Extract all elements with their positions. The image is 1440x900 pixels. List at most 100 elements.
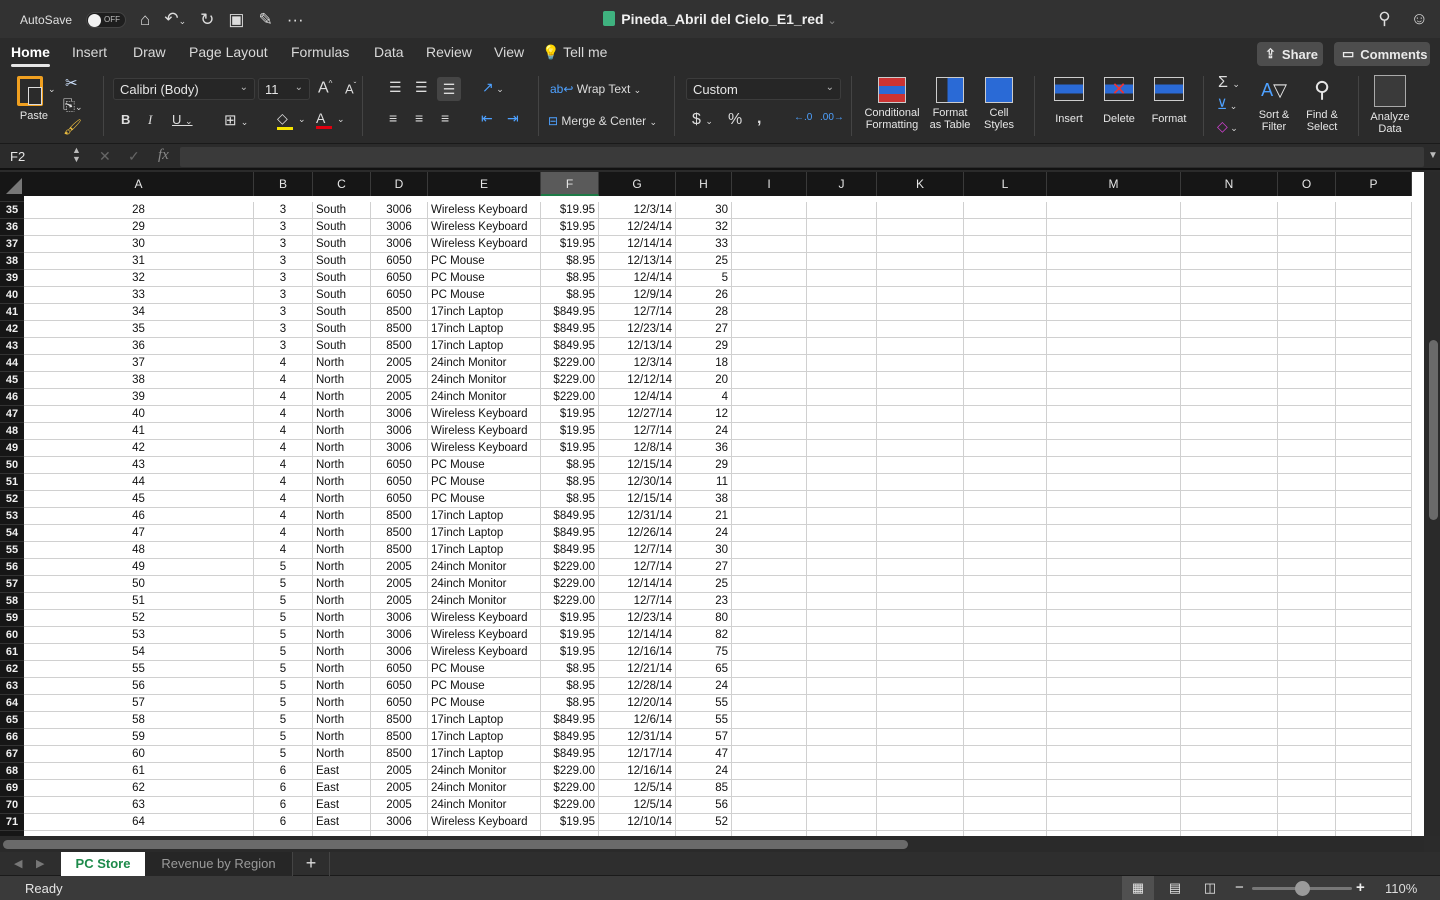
empty-cell[interactable] — [1278, 593, 1336, 610]
cell-h[interactable]: 47 — [676, 746, 732, 763]
cell-d[interactable]: 3006 — [371, 236, 428, 253]
cell-e[interactable]: 24inch Monitor — [428, 372, 541, 389]
search-icon[interactable]: ⚲ — [1378, 9, 1390, 29]
cell-d[interactable]: 8500 — [371, 729, 428, 746]
row-header[interactable]: 60 — [0, 627, 24, 644]
cell-c[interactable]: North — [313, 525, 371, 542]
cell-g[interactable]: 12/3/14 — [599, 355, 676, 372]
empty-cell[interactable] — [732, 627, 807, 644]
empty-cell[interactable] — [964, 627, 1047, 644]
next-sheet-icon[interactable]: ▶ — [36, 857, 44, 870]
empty-cell[interactable] — [877, 440, 964, 457]
cell-a[interactable]: 50 — [24, 576, 254, 593]
cell-a[interactable]: 34 — [24, 304, 254, 321]
cell-c[interactable]: South — [313, 321, 371, 338]
cell-b[interactable]: 3 — [254, 270, 313, 287]
cell-h[interactable]: 30 — [676, 202, 732, 219]
cell-h[interactable]: 32 — [676, 219, 732, 236]
empty-cell[interactable] — [807, 780, 877, 797]
align-middle-icon[interactable]: ☰ — [415, 79, 428, 96]
empty-cell[interactable] — [1047, 508, 1181, 525]
empty-cell[interactable] — [732, 797, 807, 814]
cell-b[interactable]: 6 — [254, 763, 313, 780]
row-header[interactable]: 66 — [0, 729, 24, 746]
cell-a[interactable]: 28 — [24, 202, 254, 219]
cell-e[interactable]: 24inch Monitor — [428, 559, 541, 576]
empty-cell[interactable] — [807, 644, 877, 661]
empty-cell[interactable] — [732, 576, 807, 593]
cell-h[interactable]: 5 — [676, 270, 732, 287]
cell-d[interactable]: 6050 — [371, 491, 428, 508]
cell-g[interactable]: 12/26/14 — [599, 525, 676, 542]
font-name-dropdown[interactable]: Calibri (Body) ⌄ — [113, 78, 255, 100]
row-header[interactable]: 41 — [0, 304, 24, 321]
column-header-o[interactable]: O — [1278, 172, 1336, 196]
cell-g[interactable]: 12/9/14 — [599, 287, 676, 304]
cell-d[interactable]: 3006 — [371, 219, 428, 236]
cell-g[interactable]: 12/6/14 — [599, 712, 676, 729]
empty-cell[interactable] — [964, 474, 1047, 491]
empty-cell[interactable] — [807, 270, 877, 287]
cell-e[interactable]: Wireless Keyboard — [428, 236, 541, 253]
empty-cell[interactable] — [732, 780, 807, 797]
empty-cell[interactable] — [964, 542, 1047, 559]
cell-c[interactable]: East — [313, 797, 371, 814]
cell-f[interactable]: $849.95 — [541, 304, 599, 321]
cell-b[interactable]: 5 — [254, 593, 313, 610]
tab-view[interactable]: View — [494, 44, 524, 60]
cell-h[interactable]: 80 — [676, 610, 732, 627]
cancel-icon[interactable]: ✕ — [99, 148, 111, 165]
cell-d[interactable]: 2005 — [371, 576, 428, 593]
cell-f[interactable]: $8.95 — [541, 253, 599, 270]
cell-h[interactable]: 21 — [676, 508, 732, 525]
cell-a[interactable]: 41 — [24, 423, 254, 440]
cell-e[interactable]: PC Mouse — [428, 678, 541, 695]
empty-cell[interactable] — [964, 270, 1047, 287]
cell-b[interactable]: 5 — [254, 746, 313, 763]
empty-cell[interactable] — [807, 695, 877, 712]
empty-cell[interactable] — [1336, 236, 1412, 253]
cell-a[interactable]: 56 — [24, 678, 254, 695]
empty-cell[interactable] — [1047, 355, 1181, 372]
cell-a[interactable]: 53 — [24, 627, 254, 644]
empty-cell[interactable] — [732, 729, 807, 746]
empty-cell[interactable] — [964, 729, 1047, 746]
empty-cell[interactable] — [964, 508, 1047, 525]
empty-cell[interactable] — [877, 797, 964, 814]
cell-a[interactable]: 57 — [24, 695, 254, 712]
empty-cell[interactable] — [964, 661, 1047, 678]
cell-d[interactable]: 2005 — [371, 780, 428, 797]
empty-cell[interactable] — [877, 763, 964, 780]
empty-cell[interactable] — [1278, 644, 1336, 661]
cell-h[interactable]: 56 — [676, 797, 732, 814]
column-header-e[interactable]: E — [428, 172, 541, 196]
align-center-icon[interactable]: ≡ — [415, 110, 423, 126]
empty-cell[interactable] — [1047, 729, 1181, 746]
empty-cell[interactable] — [1181, 593, 1278, 610]
insert-cells-button[interactable]: Insert — [1046, 77, 1092, 125]
empty-cell[interactable] — [1181, 763, 1278, 780]
cell-h[interactable]: 12 — [676, 406, 732, 423]
empty-cell[interactable] — [732, 236, 807, 253]
empty-cell[interactable] — [807, 474, 877, 491]
cell-g[interactable]: 12/14/14 — [599, 576, 676, 593]
empty-cell[interactable] — [732, 763, 807, 780]
spreadsheet-grid[interactable]: A B C D E F G H I J K L M N O P 35 28 3 South 3006 Wireless K… — [0, 172, 1424, 836]
share-people-icon[interactable]: ☺ — [1411, 9, 1428, 29]
cell-a[interactable]: 61 — [24, 763, 254, 780]
empty-cell[interactable] — [877, 627, 964, 644]
empty-cell[interactable] — [1181, 389, 1278, 406]
clear-icon[interactable]: ◇ ⌄ — [1217, 118, 1238, 135]
cell-f[interactable]: $8.95 — [541, 287, 599, 304]
empty-cell[interactable] — [964, 355, 1047, 372]
cell-h[interactable]: 57 — [676, 729, 732, 746]
cell-d[interactable]: 8500 — [371, 712, 428, 729]
cell-c[interactable]: South — [313, 219, 371, 236]
empty-cell[interactable] — [807, 678, 877, 695]
cell-g[interactable]: 12/7/14 — [599, 304, 676, 321]
cell-a[interactable]: 58 — [24, 712, 254, 729]
empty-cell[interactable] — [964, 338, 1047, 355]
row-header[interactable]: 35 — [0, 202, 24, 219]
cell-c[interactable]: North — [313, 508, 371, 525]
empty-cell[interactable] — [877, 321, 964, 338]
